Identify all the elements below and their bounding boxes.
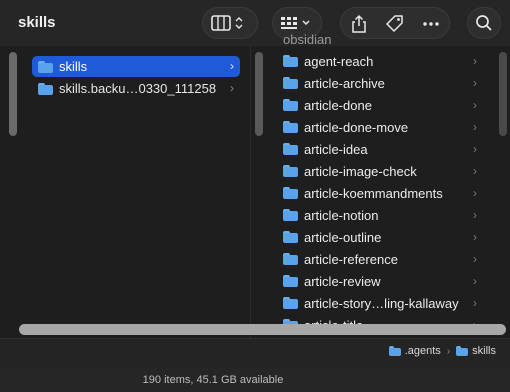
list-item-partial[interactable]: obsidian [283,32,331,46]
list-item-label: skills.backu…0330_111258 [59,81,217,96]
list-item-label: article-done [304,97,372,113]
list-item[interactable]: article-archive › [283,72,485,94]
chevron-right-icon: › [473,164,477,178]
list-item-label: article-outline [304,229,382,245]
view-mode-button[interactable] [202,7,258,39]
share-icon [352,14,366,33]
chevron-right-icon: › [473,186,477,200]
list-item[interactable]: skills › [32,56,240,77]
list-item-label: article-koemmandments [304,185,443,201]
chevron-right-icon: › [473,76,477,90]
list-item[interactable]: skills.backu…0330_111258 › [32,78,240,99]
list-item-label: article-idea [304,141,368,157]
list-item[interactable]: article-koemmandments › [283,182,485,204]
list-item-label: article-story…ling-kallaway [304,295,459,311]
folder-icon [283,231,298,243]
search-button[interactable] [467,7,501,39]
folder-icon [283,187,298,199]
list-item[interactable]: article-outline › [283,226,485,248]
list-item[interactable]: article-notion › [283,204,485,226]
tag-icon [386,15,403,32]
folder-icon [38,60,53,73]
window-title: skills [18,14,56,31]
chevron-right-icon: › [446,345,451,357]
list-item-label: article-review [304,273,381,289]
folder-icon [283,209,298,221]
list-item-label: article-image-check [304,163,417,179]
chevron-right-icon: › [473,120,477,134]
column-1-scrollbar[interactable] [9,52,17,136]
chevron-right-icon: › [473,142,477,156]
actions-group [340,7,450,39]
list-item[interactable]: article-reference › [283,248,485,270]
breadcrumb: .agents › skills [388,345,496,357]
list-item[interactable]: article-idea › [283,138,485,160]
folder-icon [456,346,469,356]
breadcrumb-item-agents[interactable]: .agents [405,345,441,357]
share-button[interactable] [349,14,369,34]
list-item[interactable]: article-review › [283,270,485,292]
horizontal-scrollbar[interactable] [19,324,506,335]
search-icon [476,15,492,31]
folder-icon [38,82,53,95]
chevron-right-icon: › [473,98,477,112]
status-text: 190 items, 45.1 GB available [142,374,284,386]
ellipsis-icon [423,22,439,26]
list-item[interactable]: article-done-move › [283,116,485,138]
folder-icon [283,275,298,287]
chevron-right-icon: › [473,54,477,68]
folder-icon [388,346,401,356]
breadcrumb-item-skills[interactable]: skills [472,345,496,357]
folder-icon [283,77,298,89]
chevron-right-icon: › [473,208,477,222]
grid-group-icon [281,17,310,29]
column-3-scrollbar[interactable] [499,52,507,136]
list-item-label: article-notion [304,207,379,223]
list-item[interactable]: article-done › [283,94,485,116]
chevron-right-icon: › [473,274,477,288]
tag-button[interactable] [385,14,405,34]
more-button[interactable] [421,14,441,34]
folder-icon [283,55,298,67]
folder-icon [283,121,298,133]
chevron-right-icon: › [473,230,477,244]
column-2-scrollbar[interactable] [255,52,263,136]
list-item[interactable]: article-image-check › [283,160,485,182]
list-item-label: article-reference [304,251,398,267]
list-item-label: agent-reach [304,53,374,69]
chevron-right-icon: › [230,59,234,73]
list-item-label: article-archive [304,75,385,91]
chevron-right-icon: › [473,296,477,310]
folder-icon [283,297,298,309]
folder-icon [283,99,298,111]
columns-view-icon [211,15,243,31]
chevron-right-icon: › [230,81,234,95]
list-item-label: skills [59,59,88,74]
folder-icon [283,143,298,155]
list-item[interactable]: article-story…ling-kallaway › [283,292,485,314]
list-item[interactable]: agent-reach › [283,50,485,72]
list-item-label: article-done-move [304,119,409,135]
folder-icon [283,253,298,265]
chevron-right-icon: › [473,252,477,266]
folder-icon [283,165,298,177]
